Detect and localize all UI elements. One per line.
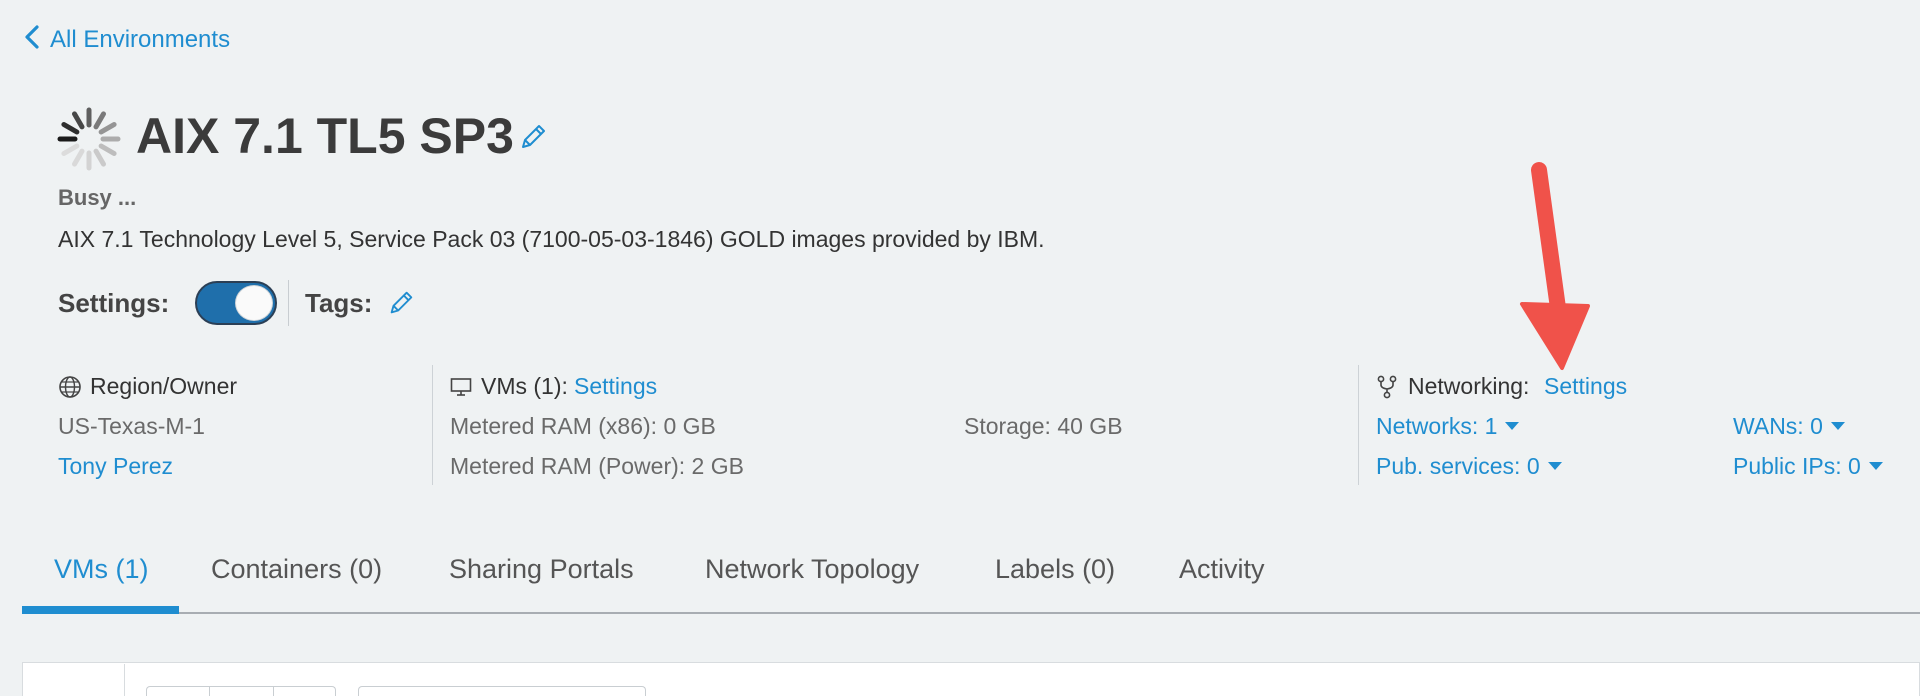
- spinner-spoke: [72, 111, 85, 130]
- all-environments-label: All Environments: [50, 26, 231, 53]
- environment-description: AIX 7.1 Technology Level 5, Service Pack…: [58, 226, 1045, 252]
- button-divider: [273, 687, 274, 696]
- tab-activity[interactable]: Activity: [1179, 554, 1265, 585]
- settings-toggle[interactable]: [195, 281, 277, 325]
- tab-labels[interactable]: Labels (0): [995, 554, 1115, 585]
- spinner-spoke: [72, 148, 85, 167]
- all-environments-link[interactable]: All Environments: [24, 24, 230, 56]
- search-input[interactable]: [358, 686, 646, 696]
- spinner-spoke: [61, 143, 80, 156]
- storage-value: Storage: 40 GB: [964, 413, 1123, 439]
- spinner-spoke: [98, 122, 117, 135]
- caret-down-icon: [1547, 461, 1562, 470]
- spinner-spoke: [98, 143, 117, 156]
- tab-vms[interactable]: VMs (1): [54, 554, 149, 585]
- public-ips-dropdown[interactable]: Public IPs: 0: [1733, 453, 1883, 480]
- spinner-spoke: [61, 122, 80, 135]
- network-fork-icon: [1377, 375, 1397, 399]
- spinner-spoke: [93, 148, 106, 167]
- metered-ram-power: Metered RAM (Power): 2 GB: [450, 453, 744, 479]
- region-owner-heading: Region/Owner: [90, 373, 238, 399]
- tags-label: Tags:: [305, 288, 373, 318]
- toolbar-button-group[interactable]: [146, 686, 336, 696]
- divider: [288, 280, 289, 326]
- environment-status: Busy ...: [58, 185, 137, 210]
- public-ips-label: Public IPs: 0: [1733, 453, 1861, 479]
- panel-divider: [124, 664, 125, 696]
- caret-down-icon: [1830, 421, 1845, 430]
- environment-title: AIX 7.1 TL5 SP3: [136, 108, 514, 164]
- tab-network-topology[interactable]: Network Topology: [705, 554, 919, 585]
- chevron-left-icon: [24, 24, 40, 56]
- pub-services-dropdown[interactable]: Pub. services: 0: [1376, 453, 1562, 480]
- wans-dropdown[interactable]: WANs: 0: [1733, 413, 1845, 440]
- column-divider: [432, 365, 433, 485]
- networks-dropdown[interactable]: Networks: 1: [1376, 413, 1520, 440]
- pub-services-label: Pub. services: 0: [1376, 453, 1540, 479]
- active-tab-indicator: [22, 606, 179, 614]
- monitor-icon: [450, 378, 472, 396]
- caret-down-icon: [1868, 461, 1883, 470]
- toggle-knob: [235, 285, 273, 321]
- column-divider: [1358, 365, 1359, 485]
- settings-label: Settings:: [58, 288, 170, 318]
- globe-icon: [59, 376, 81, 398]
- tab-sharing-portals[interactable]: Sharing Portals: [449, 554, 634, 585]
- vms-settings-link[interactable]: Settings: [574, 373, 657, 400]
- owner-link[interactable]: Tony Perez: [58, 453, 173, 480]
- loading-spinner-icon: [57, 107, 121, 171]
- wans-label: WANs: 0: [1733, 413, 1823, 439]
- button-divider: [209, 687, 210, 696]
- edit-tags-pencil-icon[interactable]: [386, 288, 416, 318]
- caret-down-icon: [1505, 421, 1520, 430]
- region-value: US-Texas-M-1: [58, 413, 205, 439]
- vms-heading: VMs (1):: [481, 373, 568, 399]
- edit-title-pencil-icon[interactable]: [517, 121, 549, 153]
- tab-containers[interactable]: Containers (0): [211, 554, 382, 585]
- tab-bar: VMs (1) Containers (0) Sharing Portals N…: [22, 540, 1920, 614]
- red-arrow-icon: [1520, 162, 1590, 370]
- networks-label: Networks: 1: [1376, 413, 1498, 439]
- spinner-spoke: [93, 111, 106, 130]
- metered-ram-x86: Metered RAM (x86): 0 GB: [450, 413, 716, 439]
